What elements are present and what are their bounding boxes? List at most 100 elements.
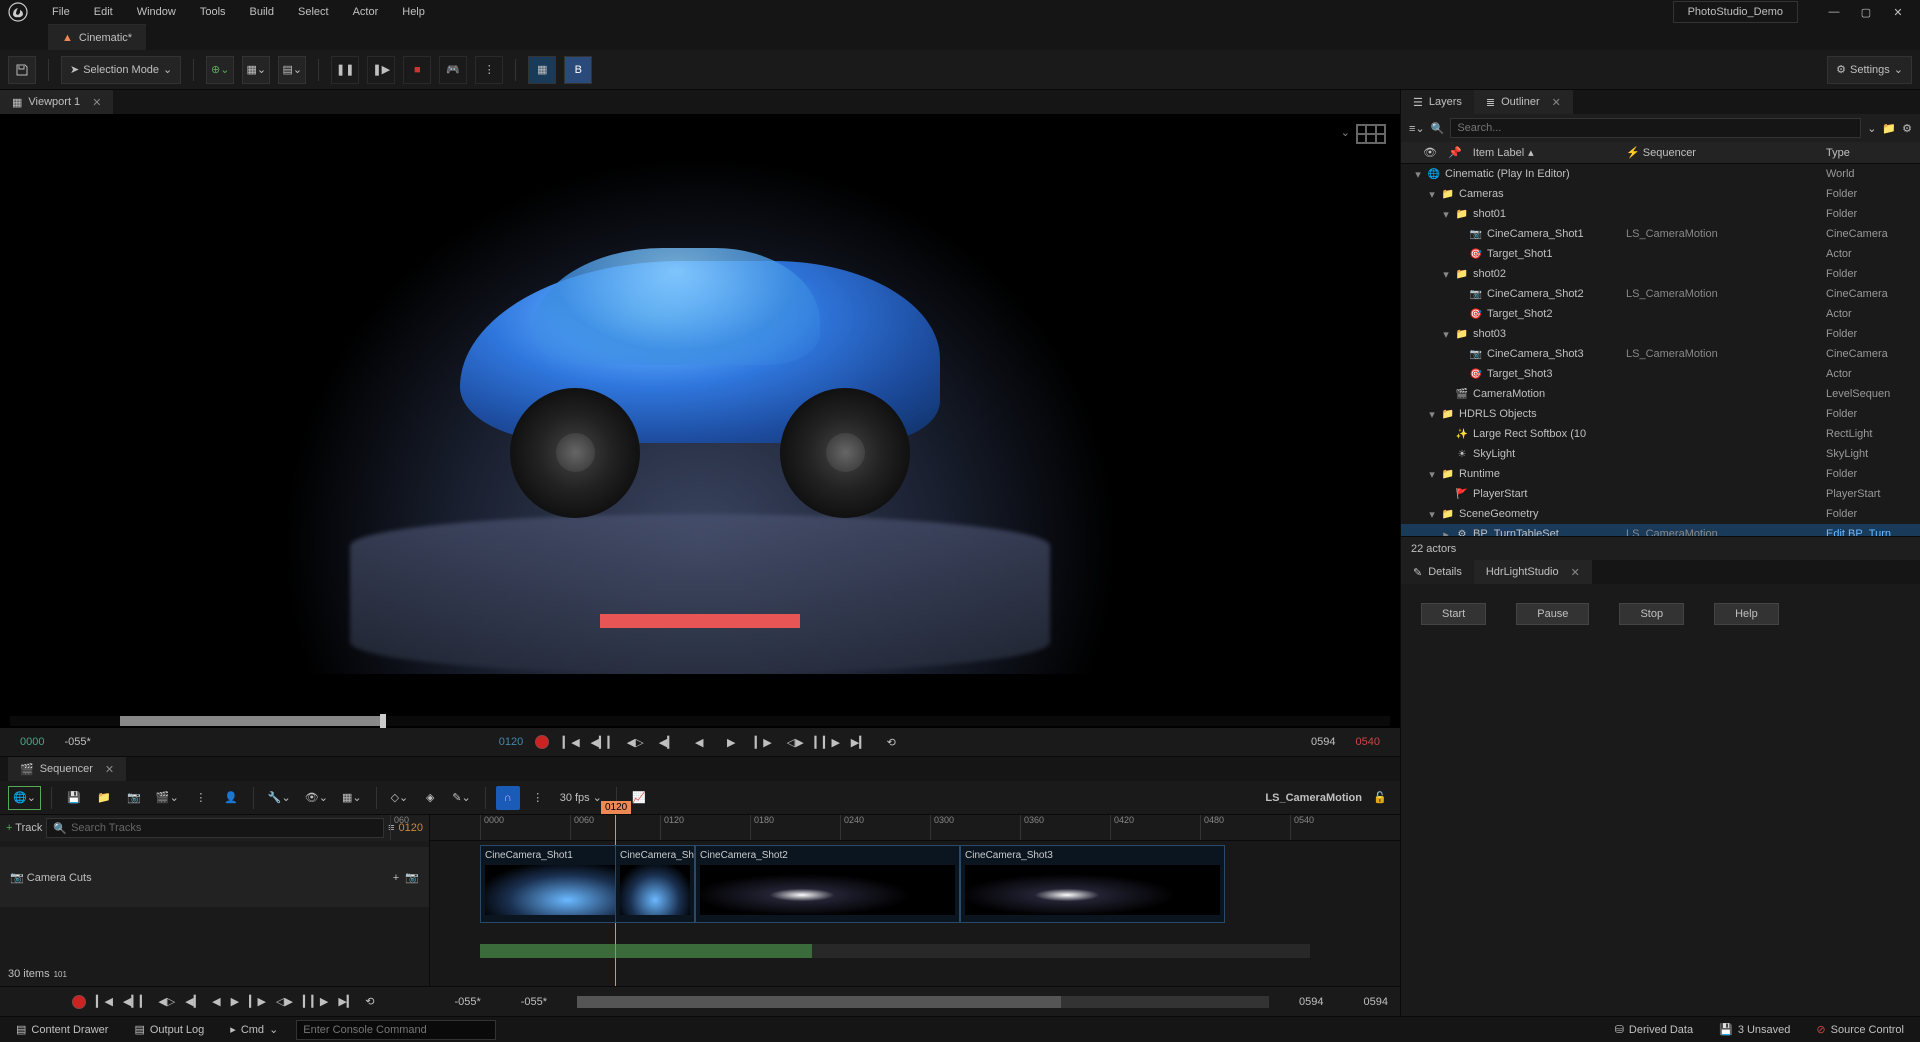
pin-header-icon[interactable]: 📌	[1448, 146, 1462, 159]
window-maximize-icon[interactable]: ▢	[1854, 0, 1878, 24]
settings-button[interactable]: ⚙ Settings ⌄	[1827, 56, 1912, 84]
expand-arrow-icon[interactable]: ▾	[1441, 268, 1451, 281]
play-icon[interactable]: ▶	[721, 732, 741, 752]
autokey-button[interactable]: ◈	[418, 786, 442, 810]
outliner-row[interactable]: ▾📁SceneGeometryFolder	[1401, 504, 1920, 524]
step-fwd-key-icon[interactable]: ▎▎▶	[303, 995, 328, 1008]
step-fwd-icon[interactable]: ◁▶	[785, 732, 805, 752]
add-content-button[interactable]: ⊕⌄	[206, 56, 234, 84]
filter-icon[interactable]: ≡⌄	[1409, 122, 1425, 135]
add-section-icon[interactable]: +	[393, 872, 399, 884]
step-back-icon[interactable]: ◀▷	[625, 732, 645, 752]
key-dropdown[interactable]: ◇⌄	[387, 786, 413, 810]
console-input[interactable]	[296, 1020, 496, 1040]
cinematics-button[interactable]: ▤⌄	[278, 56, 306, 84]
viewport-scrubber[interactable]	[10, 716, 1390, 726]
derived-data-button[interactable]: ⛁Derived Data	[1607, 1020, 1701, 1039]
close-tab-icon[interactable]: ✕	[1571, 566, 1580, 579]
outliner-row[interactable]: ▾🌐Cinematic (Play In Editor)World	[1401, 164, 1920, 184]
close-tab-icon[interactable]: ✕	[1552, 96, 1561, 109]
viewport-layout-icon[interactable]	[1356, 124, 1386, 144]
outliner-row[interactable]: 🎯Target_Shot2Actor	[1401, 304, 1920, 324]
record-button[interactable]	[72, 995, 86, 1009]
range-out[interactable]: 0594	[1299, 996, 1323, 1008]
go-start-icon[interactable]: ▎◀	[96, 995, 113, 1008]
expand-arrow-icon[interactable]: ▸	[1441, 528, 1451, 537]
record-button[interactable]	[535, 735, 549, 749]
outliner-row[interactable]: ▾📁shot01Folder	[1401, 204, 1920, 224]
frame-back-icon[interactable]: ◀▎	[185, 995, 202, 1008]
expand-arrow-icon[interactable]: ▾	[1441, 208, 1451, 221]
sequencer-ruler[interactable]: 0600000006001200180024003000360042004800…	[430, 815, 1400, 841]
outliner-row[interactable]: 🎬CameraMotionLevelSequen	[1401, 384, 1920, 404]
menu-build[interactable]: Build	[238, 2, 286, 22]
add-track-button[interactable]: + Track	[6, 822, 42, 834]
close-tab-icon[interactable]: ✕	[92, 96, 101, 109]
clip[interactable]: CineCamera_Shot2	[695, 845, 960, 923]
go-to-start-icon[interactable]: ▎◀	[561, 732, 581, 752]
outliner-row[interactable]: ▾📁CamerasFolder	[1401, 184, 1920, 204]
save-seq-button[interactable]: 💾	[62, 786, 86, 810]
outliner-row[interactable]: ▾📁shot03Folder	[1401, 324, 1920, 344]
step-back-icon[interactable]: ◀▷	[158, 995, 175, 1008]
hdr-stop-button[interactable]: Stop	[1619, 603, 1684, 625]
track-camera-cuts[interactable]: 📷 Camera Cuts + 📷	[0, 847, 429, 907]
frame-back-icon[interactable]: ◀▎	[657, 732, 677, 752]
play-reverse-icon[interactable]: ◀	[689, 732, 709, 752]
tab-sequencer[interactable]: 🎬 Sequencer ✕	[8, 757, 126, 781]
menu-edit[interactable]: Edit	[82, 2, 125, 22]
tab-cinematic[interactable]: ▲ Cinematic*	[48, 24, 146, 50]
outliner-row[interactable]: ▾📁shot02Folder	[1401, 264, 1920, 284]
content-drawer-button[interactable]: ▤Content Drawer	[8, 1020, 116, 1039]
menu-file[interactable]: File	[40, 2, 82, 22]
outliner-row[interactable]: ☀SkyLightSkyLight	[1401, 444, 1920, 464]
play-rev-icon[interactable]: ◀	[212, 995, 220, 1008]
search-tracks-input[interactable]: 🔍 Search Tracks	[46, 818, 384, 838]
step-fwd-icon[interactable]: ◁▶	[276, 995, 293, 1008]
selection-mode-dropdown[interactable]: ➤ Selection Mode ⌄	[61, 56, 181, 84]
close-tab-icon[interactable]: ✕	[105, 763, 114, 776]
frame-fwd-icon[interactable]: ▎▶	[249, 995, 266, 1008]
window-close-icon[interactable]: ✕	[1886, 0, 1910, 24]
hdr-help-button[interactable]: Help	[1714, 603, 1779, 625]
expand-arrow-icon[interactable]: ▾	[1441, 328, 1451, 341]
clip[interactable]: CineCamera_Shot3	[960, 845, 1225, 923]
tab-viewport[interactable]: ▦ Viewport 1 ✕	[0, 90, 113, 114]
current-frame[interactable]: 0120	[499, 736, 523, 748]
step-back-key-icon[interactable]: ◀▎▎	[123, 995, 148, 1008]
unsaved-button[interactable]: 💾3 Unsaved	[1711, 1020, 1798, 1039]
director-button[interactable]: 👤	[219, 786, 243, 810]
outliner-row[interactable]: ▾📁RuntimeFolder	[1401, 464, 1920, 484]
go-to-end-icon[interactable]: ▶▎	[849, 732, 869, 752]
outliner-row[interactable]: ✨Large Rect Softbox (10RectLight	[1401, 424, 1920, 444]
save-button[interactable]	[8, 56, 36, 84]
lock-camera-icon[interactable]: 📷	[405, 872, 419, 884]
folder-add-icon[interactable]: 📁	[1882, 122, 1896, 135]
expand-arrow-icon[interactable]: ▾	[1413, 168, 1423, 181]
frame-start[interactable]: 0000	[20, 736, 44, 748]
tab-layers[interactable]: ☰Layers	[1401, 90, 1474, 114]
outliner-row[interactable]: 🚩PlayerStartPlayerStart	[1401, 484, 1920, 504]
create-camera-button[interactable]: 📷	[122, 786, 146, 810]
outliner-row[interactable]: 🎯Target_Shot3Actor	[1401, 364, 1920, 384]
expand-arrow-icon[interactable]: ▾	[1427, 468, 1437, 481]
outliner-row[interactable]: 🎯Target_Shot1Actor	[1401, 244, 1920, 264]
output-log-button[interactable]: ▤Output Log	[126, 1020, 212, 1039]
viewport-render[interactable]: ⌄	[0, 114, 1400, 714]
menu-actor[interactable]: Actor	[341, 2, 391, 22]
range-in2[interactable]: -055*	[521, 996, 547, 1008]
frame-fwd-icon[interactable]: ▎▶	[753, 732, 773, 752]
visibility-header-icon[interactable]: 👁	[1423, 146, 1437, 159]
viewport-options-icon[interactable]: ⌄	[1341, 126, 1350, 139]
hdr-start-button[interactable]: Start	[1421, 603, 1486, 625]
frame-in[interactable]: -055*	[64, 736, 90, 748]
pause-button[interactable]: ❚❚	[331, 56, 359, 84]
range-scrollbar[interactable]	[577, 996, 1269, 1008]
outliner-row[interactable]: 📷CineCamera_Shot2LS_CameraMotionCineCame…	[1401, 284, 1920, 304]
world-dropdown[interactable]: 🌐⌄	[8, 786, 41, 810]
loop-icon[interactable]: ⟲	[881, 732, 901, 752]
outliner-row[interactable]: ▸⚙BP_TurnTableSetLS_CameraMotionEdit BP_…	[1401, 524, 1920, 536]
menu-tools[interactable]: Tools	[188, 2, 238, 22]
blueprint-button[interactable]: B	[564, 56, 592, 84]
gear-icon[interactable]: ⚙	[1902, 122, 1912, 135]
